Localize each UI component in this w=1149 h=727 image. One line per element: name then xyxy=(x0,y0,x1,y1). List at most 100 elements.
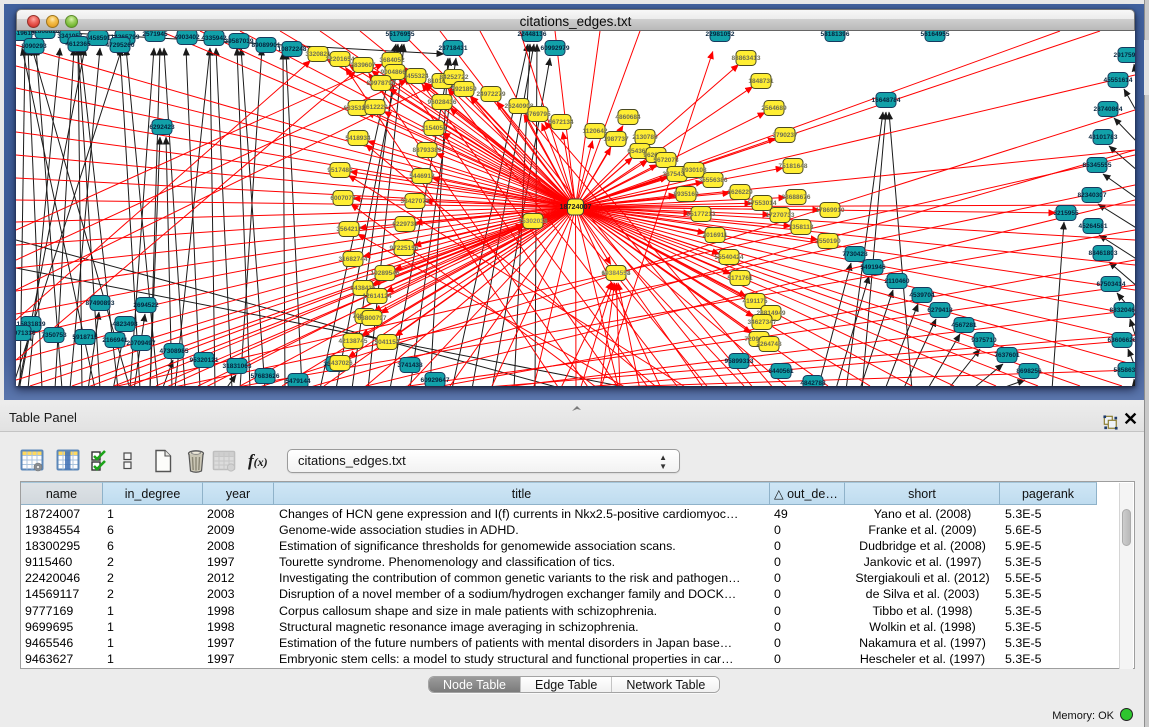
svg-text:2694522: 2694522 xyxy=(133,302,159,309)
svg-text:5491946: 5491946 xyxy=(860,264,886,271)
svg-text:3741438: 3741438 xyxy=(397,362,423,369)
svg-text:56164955: 56164955 xyxy=(921,31,950,38)
svg-text:6440561: 6440561 xyxy=(768,368,794,375)
svg-text:89089901: 89089901 xyxy=(252,42,281,49)
svg-text:35556386: 35556386 xyxy=(699,177,728,184)
svg-text:5918715: 5918715 xyxy=(72,334,98,341)
svg-text:55176955: 55176955 xyxy=(386,31,415,38)
svg-text:1848731: 1848731 xyxy=(748,78,774,85)
svg-text:6007072: 6007072 xyxy=(330,195,356,202)
svg-text:55540424: 55540424 xyxy=(715,254,744,261)
svg-text:3684052: 3684052 xyxy=(379,57,405,64)
svg-text:5041154: 5041154 xyxy=(375,339,400,346)
svg-text:45551614: 45551614 xyxy=(1104,77,1133,84)
svg-text:95320121: 95320121 xyxy=(190,357,219,364)
svg-text:20709497: 20709497 xyxy=(127,340,156,347)
svg-text:97225156: 97225156 xyxy=(390,245,419,252)
svg-text:31682744: 31682744 xyxy=(339,256,368,263)
svg-text:25302035: 25302035 xyxy=(519,218,548,225)
svg-text:38688676: 38688676 xyxy=(782,194,811,201)
svg-text:5446912: 5446912 xyxy=(409,173,435,180)
svg-text:38427073: 38427073 xyxy=(401,198,430,205)
svg-text:2130789: 2130789 xyxy=(632,134,658,141)
svg-text:8935169: 8935169 xyxy=(673,191,699,198)
svg-text:9517485: 9517485 xyxy=(327,167,353,174)
svg-text:4769795: 4769795 xyxy=(525,111,551,118)
svg-text:2839607: 2839607 xyxy=(350,62,376,69)
svg-text:17270733: 17270733 xyxy=(766,212,795,219)
svg-text:7455324: 7455324 xyxy=(403,73,429,80)
svg-text:63606628: 63606628 xyxy=(1108,337,1135,344)
svg-text:84252722: 84252722 xyxy=(440,74,469,81)
svg-text:2016911: 2016911 xyxy=(703,232,728,239)
svg-text:60929647: 60929647 xyxy=(421,377,450,384)
svg-text:4539704: 4539704 xyxy=(909,292,935,299)
svg-text:8090293: 8090293 xyxy=(21,43,47,50)
svg-text:88461803: 88461803 xyxy=(1089,250,1118,257)
svg-text:75181648: 75181648 xyxy=(779,163,808,170)
svg-text:2564689: 2564689 xyxy=(761,105,787,112)
svg-text:4567281: 4567281 xyxy=(951,322,977,329)
svg-text:4842788: 4842788 xyxy=(800,380,826,386)
svg-text:2626229: 2626229 xyxy=(727,189,753,196)
svg-text:5672073: 5672073 xyxy=(653,157,679,164)
svg-text:2264748: 2264748 xyxy=(756,341,782,348)
svg-text:7350753: 7350753 xyxy=(41,332,67,339)
svg-text:22981052: 22981052 xyxy=(706,31,735,38)
svg-text:47295260: 47295260 xyxy=(106,42,135,49)
svg-text:6279418: 6279418 xyxy=(927,307,953,314)
svg-text:85345555: 85345555 xyxy=(1083,162,1112,169)
svg-text:19384554: 19384554 xyxy=(602,270,631,277)
svg-text:4860684: 4860684 xyxy=(615,114,641,121)
svg-text:4903402: 4903402 xyxy=(174,34,200,41)
svg-text:22448136: 22448136 xyxy=(518,31,547,38)
svg-text:31831063: 31831063 xyxy=(223,363,252,370)
svg-text:7637601: 7637601 xyxy=(994,352,1020,359)
svg-text:4823498: 4823498 xyxy=(112,321,138,328)
svg-text:5418934: 5418934 xyxy=(345,135,371,142)
svg-text:29175900: 29175900 xyxy=(1114,52,1135,59)
svg-text:87490893: 87490893 xyxy=(86,300,115,307)
svg-text:42868828: 42868828 xyxy=(31,31,60,35)
svg-text:6229731: 6229731 xyxy=(392,221,418,228)
svg-text:82340307: 82340307 xyxy=(1078,192,1107,199)
svg-text:2110460: 2110460 xyxy=(885,278,910,285)
svg-text:47308985: 47308985 xyxy=(160,348,189,355)
svg-text:89978790: 89978790 xyxy=(367,80,396,87)
svg-text:3564217: 3564217 xyxy=(336,226,362,233)
svg-text:95899313: 95899313 xyxy=(725,358,754,365)
svg-text:23718431: 23718431 xyxy=(439,45,468,52)
svg-text:43101783: 43101783 xyxy=(1089,134,1118,141)
svg-text:2921859: 2921859 xyxy=(451,86,477,93)
svg-text:5479144: 5479144 xyxy=(285,378,311,385)
svg-text:8612220: 8612220 xyxy=(362,104,388,111)
svg-text:2166941: 2166941 xyxy=(102,337,128,344)
svg-text:28740864: 28740864 xyxy=(1094,106,1123,113)
svg-text:6672134: 6672134 xyxy=(548,119,574,126)
svg-text:1120642: 1120642 xyxy=(583,128,608,135)
svg-text:8930103: 8930103 xyxy=(681,167,707,174)
svg-text:19289546: 19289546 xyxy=(371,270,400,277)
svg-text:1987737: 1987737 xyxy=(603,136,629,143)
svg-text:3215955: 3215955 xyxy=(1053,210,1079,217)
svg-text:7550190: 7550190 xyxy=(815,238,841,245)
svg-text:4191175: 4191175 xyxy=(743,298,768,305)
svg-text:16648784: 16648784 xyxy=(872,97,901,104)
svg-text:34627347: 34627347 xyxy=(748,319,777,326)
svg-text:12614124: 12614124 xyxy=(363,293,392,300)
svg-text:6292423: 6292423 xyxy=(149,124,175,131)
svg-text:17869910: 17869910 xyxy=(816,207,845,214)
svg-text:67503414: 67503414 xyxy=(1097,281,1126,288)
svg-text:2571945: 2571945 xyxy=(142,31,168,38)
svg-text:57553014: 57553014 xyxy=(748,200,777,207)
svg-text:10872248: 10872248 xyxy=(278,46,307,53)
svg-text:9375710: 9375710 xyxy=(971,337,997,344)
svg-text:18724007: 18724007 xyxy=(560,202,592,211)
svg-text:7730428: 7730428 xyxy=(842,251,868,258)
svg-text:24972279: 24972279 xyxy=(477,91,506,98)
svg-text:8698256: 8698256 xyxy=(1016,368,1042,375)
svg-text:83793389: 83793389 xyxy=(413,147,442,154)
svg-text:83863413: 83863413 xyxy=(732,55,761,62)
svg-text:81971316: 81971316 xyxy=(16,330,36,337)
svg-text:45264581: 45264581 xyxy=(1079,223,1108,230)
